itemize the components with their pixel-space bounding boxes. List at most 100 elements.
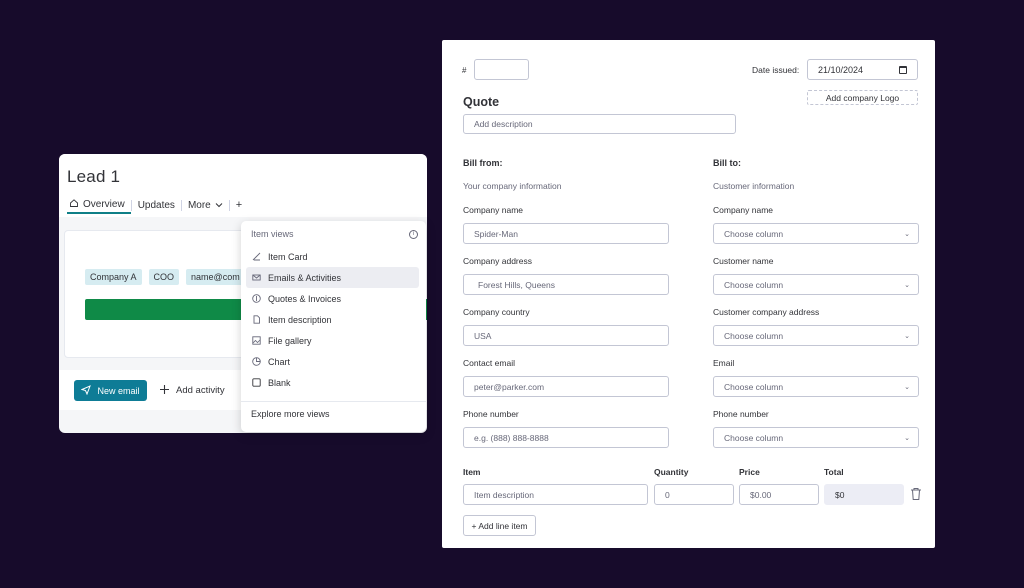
field-label: Customer company address [713,307,820,317]
field-label: Phone number [463,409,519,419]
quote-title: Quote [463,95,500,109]
tab-more[interactable]: More [182,196,229,214]
item-views-menu: Item views i Item Card Emails & Activiti… [241,221,426,432]
price-input[interactable]: $0.00 [739,484,819,505]
company-name-input[interactable]: Spider-Man [463,223,669,244]
chevron-down-icon: ⌄ [904,434,910,442]
add-activity-button[interactable]: Add activity [159,380,225,401]
date-issued-label: Date issued: [752,65,800,75]
lead-tabs: Overview Updates More + [67,196,248,214]
quote-number-input[interactable] [474,59,529,80]
menu-item-emails-activities[interactable]: Emails & Activities [246,267,419,288]
column-header-item: Item [463,467,481,477]
column-header-quantity: Quantity [654,467,689,477]
menu-item-file-gallery[interactable]: File gallery [246,330,419,351]
field-label: Customer name [713,256,774,266]
field-label: Contact email [463,358,515,368]
send-icon [81,384,92,397]
select-value: Choose column [724,381,784,392]
menu-item-quotes-invoices[interactable]: Quotes & Invoices [246,288,419,309]
description-input[interactable]: Add description [463,114,736,134]
home-icon [69,198,79,211]
chip-company: Company A [85,269,142,285]
phone-number-field: Phone number e.g. (888) 888-8888 [463,409,669,448]
tab-overview[interactable]: Overview [67,196,131,214]
menu-item-label: Chart [268,356,291,367]
company-name-field: Company name Spider-Man [463,205,669,244]
select-value: Choose column [724,228,784,239]
field-label: Company address [463,256,532,266]
contact-email-input[interactable]: peter@parker.com [463,376,669,397]
chip-row: Company A COO name@com [85,269,245,285]
mail-icon [252,273,261,282]
column-header-price: Price [739,467,760,477]
menu-list: Item Card Emails & Activities Quotes & I… [246,246,419,393]
tab-overview-label: Overview [83,198,125,210]
bill-to-section: Bill to: Customer information Company na… [713,158,919,448]
gallery-icon [252,336,261,345]
add-company-logo-button[interactable]: Add company Logo [807,90,918,105]
dollar-icon [252,294,261,303]
field-label: Company country [463,307,530,317]
menu-item-item-description[interactable]: Item description [246,309,419,330]
chart-icon [252,357,261,366]
new-email-button[interactable]: New email [74,380,147,401]
customer-email-select[interactable]: Choose column ⌄ [713,376,919,397]
company-address-field: Company address Forest Hills, Queens [463,256,669,295]
menu-item-item-card[interactable]: Item Card [246,246,419,267]
plus-icon [159,384,170,398]
customer-name-field: Customer name Choose column ⌄ [713,256,919,295]
total-value: $0 [824,484,904,505]
chip-title: COO [148,269,180,285]
chevron-down-icon: ⌄ [904,281,910,289]
quantity-input[interactable]: 0 [654,484,734,505]
add-activity-label: Add activity [176,385,225,396]
phone-number-input[interactable]: e.g. (888) 888-8888 [463,427,669,448]
menu-item-label: Emails & Activities [268,272,342,283]
trash-icon[interactable] [910,487,922,501]
field-label: Company name [463,205,524,215]
select-value: Choose column [724,330,784,341]
bill-from-subtitle: Your company information [463,181,562,191]
add-view-button[interactable]: + [230,196,248,214]
date-issued-input[interactable]: 21/10/2024 [807,59,918,80]
quote-panel: # Date issued: 21/10/2024 Add company Lo… [442,40,935,548]
calendar-icon[interactable] [899,65,907,74]
customer-company-name-select[interactable]: Choose column ⌄ [713,223,919,244]
plus-icon: + [235,199,243,211]
column-header-total: Total [824,467,844,477]
chevron-down-icon: ⌄ [904,230,910,238]
bill-from-title: Bill from: [463,158,503,168]
field-label: Email [713,358,735,368]
company-address-input[interactable]: Forest Hills, Queens [463,274,669,295]
menu-item-label: Item Card [268,251,308,262]
menu-item-blank[interactable]: Blank [246,372,419,393]
bill-from-section: Bill from: Your company information Comp… [463,158,669,448]
lead-title: Lead 1 [67,167,121,186]
item-description-input[interactable]: Item description [463,484,648,505]
company-country-field: Company country USA [463,307,669,346]
customer-name-select[interactable]: Choose column ⌄ [713,274,919,295]
tab-updates-label: Updates [137,199,175,211]
company-country-input[interactable]: USA [463,325,669,346]
quote-number-label: # [462,66,467,75]
explore-more-views-link[interactable]: Explore more views [251,409,330,419]
square-icon [252,378,261,387]
menu-item-chart[interactable]: Chart [246,351,419,372]
menu-item-label: Item description [268,314,332,325]
info-icon[interactable]: i [409,229,418,239]
contact-email-field: Contact email peter@parker.com [463,358,669,397]
customer-address-select[interactable]: Choose column ⌄ [713,325,919,346]
document-icon [252,315,261,324]
bill-to-subtitle: Customer information [713,181,795,191]
customer-phone-field: Phone number Choose column ⌄ [713,409,919,448]
tab-more-label: More [187,199,211,211]
menu-header-label: Item views [251,229,294,239]
customer-phone-select[interactable]: Choose column ⌄ [713,427,919,448]
select-value: Choose column [724,279,784,290]
new-email-label: New email [97,385,140,396]
chevron-down-icon [215,200,223,211]
add-line-item-button[interactable]: + Add line item [463,515,536,536]
tab-updates[interactable]: Updates [132,196,181,214]
field-label: Company name [713,205,774,215]
